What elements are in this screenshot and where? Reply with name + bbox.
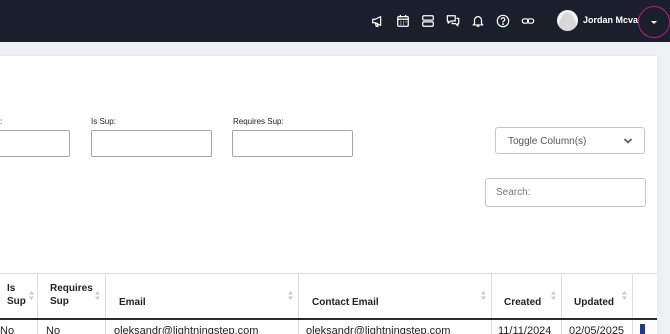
user-menu-dropdown-button[interactable] xyxy=(638,6,670,38)
calendar-icon[interactable] xyxy=(394,12,412,30)
top-navbar: Jordan Mcvay xyxy=(0,0,670,42)
table-top-border xyxy=(0,273,657,274)
column-header-contact-email[interactable]: Contact Email xyxy=(312,296,379,309)
row-action-button[interactable] xyxy=(640,324,645,334)
column-divider xyxy=(491,274,492,334)
column-header-email[interactable]: Email xyxy=(119,296,146,309)
cell-contact-email: oleksandr@lightningstep.com xyxy=(306,325,451,334)
caret-down-icon xyxy=(651,20,657,24)
sort-icon[interactable] xyxy=(622,291,627,300)
toggle-columns-select[interactable]: Toggle Column(s) xyxy=(495,127,645,154)
cell-requires-sup: No xyxy=(46,325,61,334)
column-header-created[interactable]: Created xyxy=(504,296,541,309)
link-icon[interactable] xyxy=(519,12,537,30)
column-divider xyxy=(561,274,562,334)
column-header-updated[interactable]: Updated xyxy=(574,296,614,309)
sort-icon[interactable] xyxy=(481,291,486,300)
column-divider xyxy=(298,274,299,334)
requires-sup-label: Requires Sup: xyxy=(233,117,284,126)
chevron-down-icon xyxy=(623,138,633,144)
is-sup-filter-input[interactable] xyxy=(91,130,212,157)
help-icon[interactable] xyxy=(494,12,512,30)
sort-icon[interactable] xyxy=(551,291,556,300)
is-sup-label: Is Sup: xyxy=(91,117,116,126)
server-icon[interactable] xyxy=(419,12,437,30)
cell-created: 11/11/2024 xyxy=(498,325,552,334)
bell-icon[interactable] xyxy=(469,12,487,30)
column-header-is-sup[interactable]: Is Sup xyxy=(7,282,26,308)
filter-label-partial: : xyxy=(0,117,3,126)
cell-email: oleksandr@lightningstep.com xyxy=(114,325,259,334)
search-input[interactable] xyxy=(485,178,646,207)
column-divider xyxy=(37,274,38,334)
column-divider xyxy=(632,274,633,334)
sort-icon[interactable] xyxy=(95,291,100,300)
sort-icon[interactable] xyxy=(29,291,34,300)
cell-updated: 02/05/2025 xyxy=(569,325,625,334)
sort-icon[interactable] xyxy=(288,291,293,300)
username[interactable]: Jordan Mcvay xyxy=(583,15,643,25)
table-header-border xyxy=(0,318,657,320)
column-divider xyxy=(105,274,106,334)
avatar[interactable] xyxy=(557,10,578,31)
filter-input-partial[interactable] xyxy=(0,130,70,157)
toggle-columns-label: Toggle Column(s) xyxy=(508,136,587,147)
requires-sup-filter-input[interactable] xyxy=(232,130,353,157)
chat-icon[interactable] xyxy=(444,12,462,30)
cell-is-sup: No xyxy=(0,325,15,334)
megaphone-icon[interactable] xyxy=(369,12,387,30)
column-header-requires-sup[interactable]: Requires Sup xyxy=(50,282,93,308)
